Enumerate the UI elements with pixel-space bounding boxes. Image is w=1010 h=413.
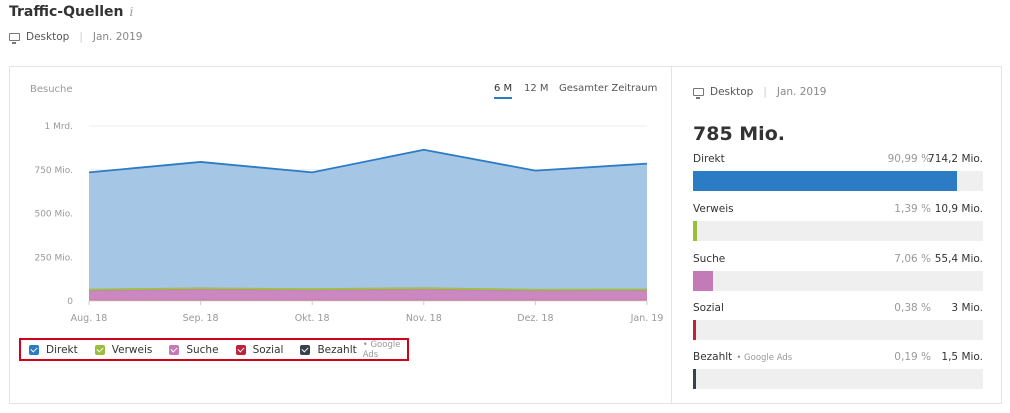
checkbox-icon[interactable]	[94, 344, 105, 355]
title-text: Traffic-Quellen	[9, 4, 124, 20]
row-bar-fill	[693, 171, 957, 191]
checkbox-icon[interactable]	[169, 344, 180, 355]
row-percent: 90,99 %	[887, 153, 931, 165]
x-tick-label: Jan. 19	[630, 313, 664, 324]
total-visits: 785 Mio.	[693, 123, 785, 145]
legend-item-direkt[interactable]: Direkt	[29, 344, 78, 356]
row-value: 1,5 Mio.	[941, 351, 983, 363]
legend-item-bezahlt[interactable]: Bezahlt	[300, 343, 357, 356]
row-label: Verweis	[693, 203, 734, 215]
breakdown-row-suche: Suche 7,06 % 55,4 Mio.	[693, 253, 983, 293]
row-label: Bezahlt • Google Ads	[693, 351, 792, 363]
panel-divider	[671, 67, 672, 403]
x-tick-label: Aug. 18	[71, 313, 108, 324]
breakdown-row-sozial: Sozial 0,38 % 3 Mio.	[693, 302, 983, 342]
area-direkt	[89, 149, 647, 289]
checkbox-icon[interactable]	[300, 344, 311, 355]
row-bar-fill	[693, 320, 696, 340]
legend-item-sozial[interactable]: Sozial	[235, 343, 284, 356]
y-tick-label: 500 Mio.	[34, 210, 73, 220]
x-tick-label: Sep. 18	[183, 313, 219, 324]
info-icon[interactable]: i	[130, 5, 134, 19]
checkbox-icon[interactable]	[235, 344, 246, 355]
traffic-card: Besuche 6 M 12 M Gesamter Zeitraum 0 250 …	[9, 66, 1002, 404]
y-tick-label: 0	[67, 297, 73, 307]
legend-label: Sozial	[252, 343, 284, 356]
row-value: 55,4 Mio.	[934, 253, 983, 265]
row-note: • Google Ads	[736, 353, 793, 363]
row-percent: 0,19 %	[894, 351, 931, 363]
period-12m-tab[interactable]: 12 M	[524, 83, 549, 94]
separator: |	[763, 86, 767, 98]
row-label-text: Sozial	[693, 302, 724, 314]
row-bar-fill	[693, 369, 696, 389]
row-bar-fill	[693, 271, 714, 291]
row-bar-track	[693, 271, 983, 291]
y-tick-label: 250 Mio.	[34, 253, 73, 263]
legend-label: Bezahlt	[317, 343, 357, 356]
row-bar-track	[693, 221, 983, 241]
traffic-area-chart: 0 250 Mio. 500 Mio. 750 Mio. 1 Mrd. Aug. 18 Se…	[34, 122, 664, 324]
row-percent: 0,38 %	[894, 302, 931, 314]
row-label-text: Bezahlt	[693, 351, 733, 363]
period-all-tab[interactable]: Gesamter Zeitraum	[559, 83, 657, 94]
monitor-icon	[9, 33, 20, 44]
y-tick-label: 750 Mio.	[34, 166, 73, 176]
row-percent: 7,06 %	[894, 253, 931, 265]
row-percent: 1,39 %	[894, 203, 931, 215]
y-tick-label: 1 Mrd.	[45, 122, 73, 132]
x-tick-label: Dez. 18	[517, 313, 553, 324]
legend-label: Verweis	[111, 343, 153, 356]
legend-label: Direkt	[46, 343, 78, 356]
row-bar-track	[693, 320, 983, 340]
row-bar-fill	[693, 221, 698, 241]
monitor-icon	[693, 88, 704, 99]
right-device-label: Desktop	[710, 86, 754, 98]
row-bar-track	[693, 369, 983, 389]
breakdown-row-direkt: Direkt 90,99 % 714,2 Mio.	[693, 153, 983, 193]
period-6m-tab[interactable]: 6 M	[494, 83, 513, 99]
breakdown-row-verweis: Verweis 1,39 % 10,9 Mio.	[693, 203, 983, 243]
x-tick-label: Okt. 18	[295, 313, 330, 324]
separator: |	[79, 31, 83, 43]
legend-item-verweis[interactable]: Verweis	[94, 343, 153, 356]
device-label: Desktop	[26, 31, 70, 43]
row-label: Direkt	[693, 153, 725, 165]
row-label-text: Suche	[693, 253, 726, 265]
row-label: Sozial	[693, 302, 724, 314]
x-tick-label: Nov. 18	[406, 313, 442, 324]
row-value: 714,2 Mio.	[928, 153, 983, 165]
row-label: Suche	[693, 253, 725, 265]
legend-note: • Google Ads	[362, 339, 401, 360]
checkbox-icon[interactable]	[29, 344, 39, 355]
row-label-text: Direkt	[693, 153, 725, 165]
legend-label: Suche	[186, 343, 219, 356]
chart-legend: Direkt Verweis Suche Sozial Bezahlt • Google …	[19, 338, 409, 361]
row-value: 3 Mio.	[951, 302, 983, 314]
row-label-text: Verweis	[693, 203, 734, 215]
device-filter[interactable]: Desktop | Jan. 2019	[9, 31, 143, 44]
page-title: Traffic-Quellen i	[9, 4, 133, 20]
y-axis-title: Besuche	[30, 84, 73, 95]
row-value: 10,9 Mio.	[934, 203, 983, 215]
breakdown-row-bezahlt: Bezahlt • Google Ads 0,19 % 1,5 Mio.	[693, 351, 983, 391]
right-date-label: Jan. 2019	[776, 86, 827, 98]
legend-item-suche[interactable]: Suche	[169, 343, 219, 356]
right-panel-header: Desktop | Jan. 2019	[693, 86, 827, 99]
date-label: Jan. 2019	[92, 31, 143, 43]
row-bar-track	[693, 171, 983, 191]
